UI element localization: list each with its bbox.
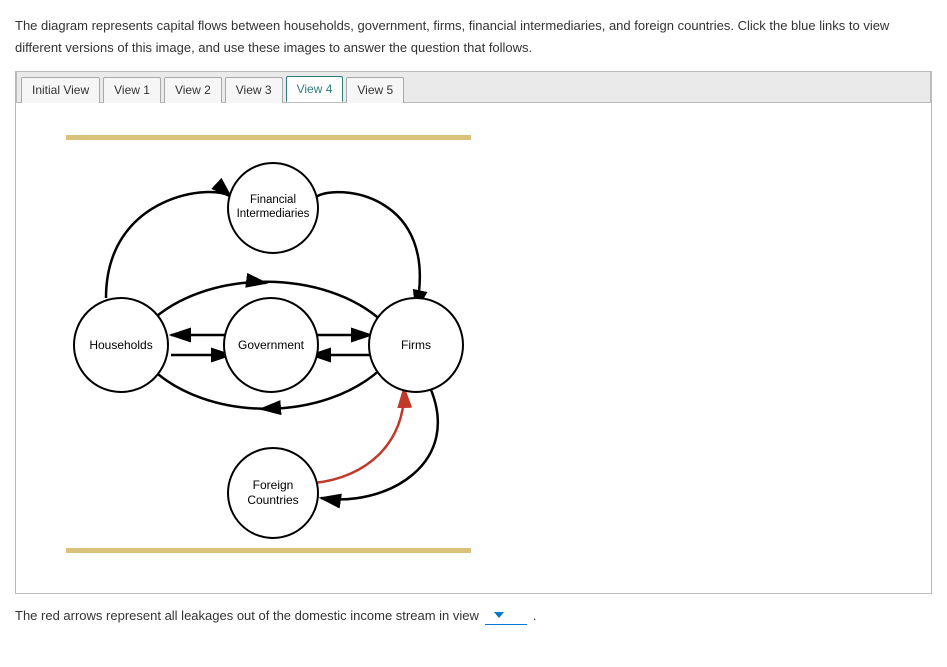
decorative-bar-bottom [66, 548, 471, 553]
node-fin-int-label-1: Financial [250, 194, 296, 206]
answer-dropdown[interactable] [485, 606, 527, 625]
node-households-label: Households [89, 338, 152, 352]
tab-view-4[interactable]: View 4 [286, 76, 344, 102]
tab-view-5[interactable]: View 5 [346, 77, 404, 103]
answer-line: The red arrows represent all leakages ou… [15, 606, 932, 625]
node-fin-int-label-2: Intermediaries [237, 208, 310, 220]
tab-view-3[interactable]: View 3 [225, 77, 283, 103]
tab-bar: Initial View View 1 View 2 View 3 View 4… [16, 71, 931, 103]
capital-flow-diagram: Households Government Firms Financial In… [36, 113, 476, 573]
chevron-down-icon [493, 610, 505, 620]
diagram-area: Households Government Firms Financial In… [16, 103, 931, 593]
intro-text: The diagram represents capital flows bet… [15, 15, 932, 59]
diagram-panel: Initial View View 1 View 2 View 3 View 4… [15, 71, 932, 594]
tab-view-2[interactable]: View 2 [164, 77, 222, 103]
answer-suffix: . [533, 608, 537, 623]
node-foreign-label-1: Foreign [253, 478, 294, 492]
node-firms-label: Firms [401, 338, 431, 352]
node-foreign-label-2: Countries [247, 493, 298, 507]
tab-initial-view[interactable]: Initial View [21, 77, 100, 103]
answer-text: The red arrows represent all leakages ou… [15, 608, 479, 623]
node-government-label: Government [238, 338, 305, 352]
tab-view-1[interactable]: View 1 [103, 77, 161, 103]
decorative-bar-top [66, 135, 471, 140]
